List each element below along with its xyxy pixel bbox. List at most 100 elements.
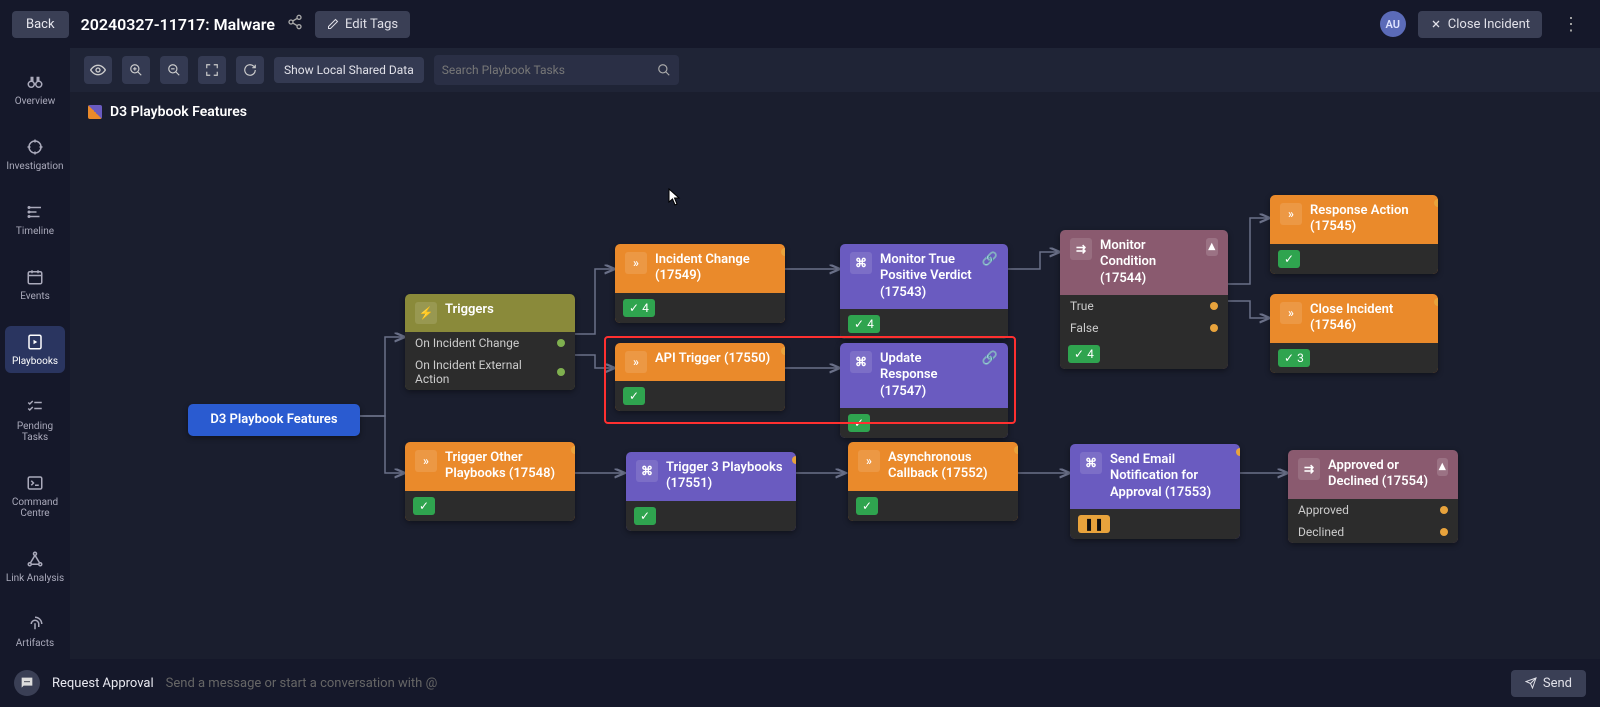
- node-label: Close Incident (17546): [1310, 302, 1428, 335]
- nav-playbooks[interactable]: Playbooks: [5, 326, 65, 373]
- avatar[interactable]: AU: [1380, 11, 1406, 37]
- binoculars-icon: [25, 72, 45, 92]
- status-badge: ✓ 3: [1278, 349, 1310, 367]
- status-badge-paused: ❚❚: [1078, 515, 1110, 533]
- nav-command-centre[interactable]: Command Centre: [5, 467, 65, 525]
- nav-label: Pending Tasks: [5, 421, 65, 443]
- link-icon[interactable]: 🔗: [982, 351, 998, 367]
- send-button[interactable]: Send: [1511, 670, 1586, 697]
- nav-label: Link Analysis: [6, 573, 64, 584]
- more-menu-icon[interactable]: ⋮: [1554, 14, 1588, 35]
- node-monitor-condition[interactable]: ⇉Monitor Condition (17544)▴ True False ✓…: [1060, 230, 1228, 369]
- node-monitor-tp[interactable]: ⌘Monitor True Positive Verdict (17543)🔗 …: [840, 244, 1008, 339]
- nav-pending-tasks[interactable]: Pending Tasks: [5, 391, 65, 449]
- link-icon[interactable]: 🔗: [982, 252, 998, 268]
- status-badge: ✓ 4: [623, 299, 655, 317]
- nav-investigation[interactable]: Investigation: [5, 131, 65, 178]
- connector-dot: [781, 347, 785, 355]
- node-async-callback[interactable]: »Asynchronous Callback (17552) ✓: [848, 442, 1018, 521]
- node-triggers[interactable]: ⚡Triggers On Incident Change On Incident…: [405, 294, 575, 390]
- node-close-incident[interactable]: » Close Incident (17546) ✓ 3: [1270, 294, 1438, 373]
- node-trigger-other[interactable]: »Trigger Other Playbooks (17548) ✓: [405, 442, 575, 521]
- status-badge: ✓: [623, 387, 645, 405]
- edit-tags-label: Edit Tags: [345, 17, 398, 32]
- zoom-out-button[interactable]: [160, 56, 188, 84]
- show-local-shared-data-button[interactable]: Show Local Shared Data: [274, 57, 424, 83]
- nav-link-analysis[interactable]: Link Analysis: [5, 543, 65, 590]
- mouse-cursor: [668, 188, 682, 206]
- collapse-icon[interactable]: ▴: [1437, 458, 1449, 476]
- forward-icon: »: [858, 450, 880, 472]
- forward-icon: »: [1280, 203, 1302, 225]
- visibility-button[interactable]: [84, 56, 112, 84]
- trigger-label: On Incident Change: [415, 336, 519, 350]
- forward-icon: »: [625, 351, 647, 373]
- close-incident-button[interactable]: Close Incident: [1418, 11, 1542, 38]
- status-badge: ✓: [634, 507, 656, 525]
- trigger-label: On Incident External Action: [415, 358, 557, 386]
- connector-dot: [781, 248, 785, 256]
- nav-artifacts[interactable]: Artifacts: [5, 608, 65, 655]
- fingerprint-icon: [25, 614, 45, 634]
- node-approved-declined[interactable]: ⇉Approved or Declined (17554)▴ Approved …: [1288, 450, 1458, 543]
- search-icon: [657, 63, 671, 77]
- status-badge: ✓: [1278, 250, 1300, 268]
- node-label: Incident Change (17549): [655, 252, 775, 285]
- node-trigger-3[interactable]: ⌘Trigger 3 Playbooks (17551) ✓: [626, 452, 796, 531]
- status-badge: ✓: [413, 497, 435, 515]
- close-incident-label: Close Incident: [1448, 17, 1530, 32]
- refresh-button[interactable]: [236, 56, 264, 84]
- playbook-icon: [25, 332, 45, 352]
- request-approval-label[interactable]: Request Approval: [52, 676, 154, 691]
- condition-branch[interactable]: True: [1060, 295, 1228, 317]
- node-incident-change[interactable]: »Incident Change (17549) ✓ 4: [615, 244, 785, 323]
- node-api-trigger[interactable]: » API Trigger (17550) ✓: [615, 343, 785, 411]
- nav-label: Timeline: [16, 226, 54, 237]
- node-label: Triggers: [445, 302, 494, 318]
- condition-branch[interactable]: False: [1060, 317, 1228, 339]
- message-input[interactable]: [166, 676, 1499, 691]
- node-label: Asynchronous Callback (17552): [888, 450, 1008, 483]
- branch-icon: ⇉: [1298, 458, 1320, 480]
- collapse-icon[interactable]: ▴: [1206, 238, 1218, 256]
- zoom-in-button[interactable]: [122, 56, 150, 84]
- connector-dot: [1014, 446, 1018, 454]
- node-update-response[interactable]: ⌘Update Response (17547)🔗 ✓: [840, 343, 1008, 438]
- command-icon: ⌘: [850, 351, 872, 373]
- node-label: Send Email Notification for Approval (17…: [1110, 452, 1230, 501]
- nav-timeline[interactable]: Timeline: [5, 196, 65, 243]
- node-label: API Trigger (17550): [655, 351, 770, 367]
- trigger-row[interactable]: On Incident External Action: [405, 354, 575, 390]
- command-icon: ⌘: [850, 252, 872, 274]
- connector-dot: [1210, 302, 1218, 310]
- nav-label: Events: [20, 291, 50, 302]
- chat-icon[interactable]: [14, 670, 40, 696]
- condition-branch[interactable]: Approved: [1288, 499, 1458, 521]
- connector-dot: [1236, 448, 1240, 456]
- node-label: D3 Playbook Features: [210, 412, 337, 428]
- forward-icon: »: [1280, 302, 1302, 324]
- nav-events[interactable]: Events: [5, 261, 65, 308]
- nav-label: Command Centre: [5, 497, 65, 519]
- nav-overview[interactable]: Overview: [5, 66, 65, 113]
- back-button[interactable]: Back: [12, 11, 69, 38]
- node-send-email[interactable]: ⌘Send Email Notification for Approval (1…: [1070, 444, 1240, 539]
- node-response-action[interactable]: »Response Action (17545) ✓: [1270, 195, 1438, 274]
- node-root[interactable]: D3 Playbook Features: [188, 404, 360, 436]
- fit-button[interactable]: [198, 56, 226, 84]
- target-icon: [25, 137, 45, 157]
- playbook-canvas[interactable]: D3 Playbook Features D3 Playbo: [70, 92, 1600, 659]
- playbook-features-icon: [88, 105, 102, 119]
- trigger-row[interactable]: On Incident Change: [405, 332, 575, 354]
- share-icon[interactable]: [287, 14, 303, 34]
- command-icon: ⌘: [636, 460, 658, 482]
- connector-dot: [571, 446, 575, 454]
- terminal-icon: [25, 473, 45, 493]
- nav-label: Playbooks: [12, 356, 58, 367]
- node-label: Trigger Other Playbooks (17548): [445, 450, 565, 483]
- search-input[interactable]: [442, 63, 657, 77]
- condition-branch[interactable]: Declined: [1288, 521, 1458, 543]
- branch-label: Approved: [1298, 503, 1349, 517]
- edit-tags-button[interactable]: Edit Tags: [315, 11, 410, 38]
- search-box[interactable]: [434, 55, 679, 85]
